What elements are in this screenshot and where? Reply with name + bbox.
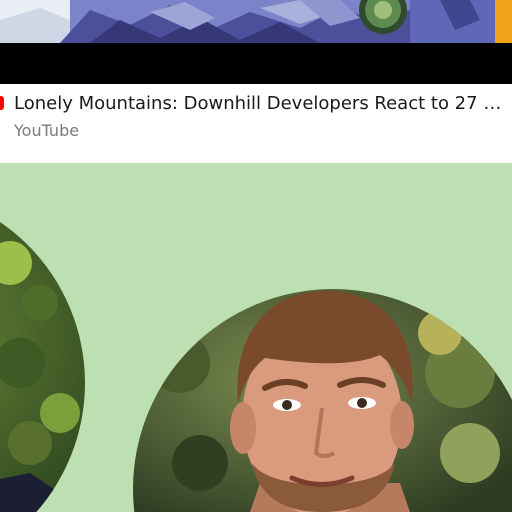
- youtube-logo-icon: [0, 96, 4, 110]
- video-thumbnail-art: [0, 0, 512, 43]
- portrait-photo-left: [0, 188, 85, 512]
- link-card-title[interactable]: Lonely Mountains: Downhill Developers Re…: [14, 93, 510, 115]
- team-photos-art: [0, 188, 512, 512]
- page: Lonely Mountains: Downhill Developers Re…: [0, 0, 512, 512]
- video-letterbox-bar: [0, 43, 512, 84]
- portrait-photo-right: [133, 289, 512, 512]
- video-thumbnail[interactable]: [0, 0, 512, 43]
- link-card-source: YouTube: [14, 121, 80, 140]
- team-photos-section: [0, 163, 512, 512]
